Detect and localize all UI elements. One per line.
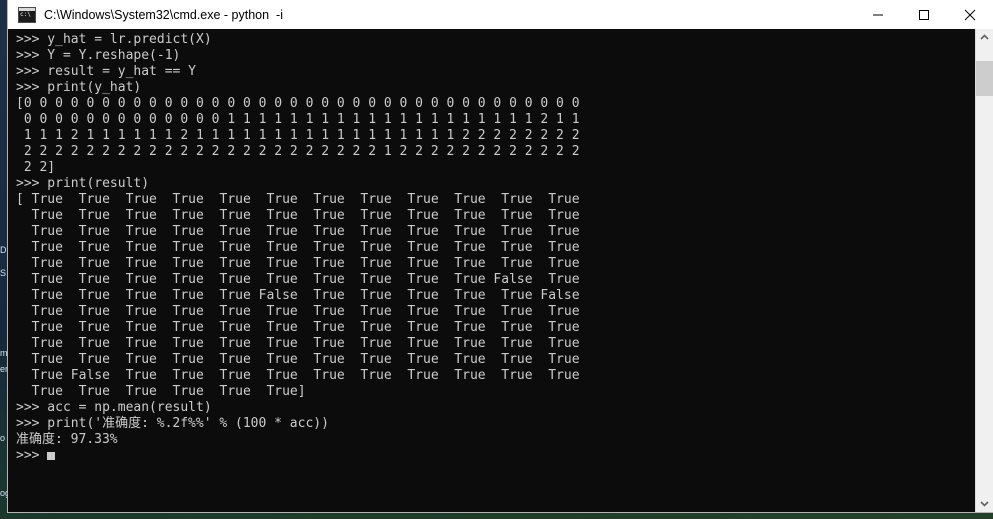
terminal-line: >>> Y = Y.reshape(-1) xyxy=(16,48,181,63)
scroll-up-button[interactable] xyxy=(976,29,993,46)
terminal-text: >>> y_hat = lr.predict(X) >>> Y = Y.resha… xyxy=(16,32,966,464)
console-output-area[interactable]: >>> y_hat = lr.predict(X) >>> Y = Y.resha… xyxy=(8,29,993,512)
terminal-line: 准确度: 97.33% xyxy=(16,432,118,447)
terminal-line: >>> result = y_hat == Y xyxy=(16,64,197,79)
terminal-line: >>> print(y_hat) xyxy=(16,80,142,95)
terminal-line: True True True True True False True True… xyxy=(16,288,580,303)
minimize-icon xyxy=(873,14,883,15)
terminal-line: [0 0 0 0 0 0 0 0 0 0 0 0 0 0 0 0 0 0 0 0… xyxy=(16,96,580,111)
terminal-line: >>> xyxy=(16,448,966,464)
scrollbar-thumb[interactable] xyxy=(976,61,993,96)
terminal-line: 2 2 2 2 2 2 2 2 2 2 2 2 2 2 2 2 2 2 2 2 … xyxy=(16,144,580,159)
terminal-line: True True True True True True] xyxy=(16,384,306,399)
maximize-button[interactable] xyxy=(901,0,947,29)
cmd-icon xyxy=(18,6,36,23)
terminal-line: 1 1 1 2 1 1 1 1 1 1 2 1 1 1 1 1 1 1 1 1 … xyxy=(16,128,580,143)
terminal-line: True True True True True True True True … xyxy=(16,224,580,239)
close-icon xyxy=(964,9,976,20)
terminal-line: True False True True True True True True… xyxy=(16,368,580,383)
chevron-down-icon xyxy=(980,501,989,507)
terminal-line: True True True True True True True True … xyxy=(16,256,580,271)
terminal-line: True True True True True True True True … xyxy=(16,272,580,287)
terminal-line: [ True True True True True True True Tru… xyxy=(16,192,580,207)
maximize-icon xyxy=(919,9,929,20)
close-button[interactable] xyxy=(947,0,993,29)
terminal-line: True True True True True True True True … xyxy=(16,336,580,351)
terminal-line: 0 0 0 0 0 0 0 0 0 0 0 0 0 1 1 1 1 1 1 1 … xyxy=(16,112,580,127)
terminal-line: True True True True True True True True … xyxy=(16,304,580,319)
terminal-line: >>> y_hat = lr.predict(X) xyxy=(16,32,212,47)
window-title: C:\Windows\System32\cmd.exe - python -i xyxy=(44,7,283,22)
terminal-line: 2 2] xyxy=(16,160,56,175)
terminal-line: True True True True True True True True … xyxy=(16,352,580,367)
minimize-button[interactable] xyxy=(855,0,901,29)
window-title-bar[interactable]: C:\Windows\System32\cmd.exe - python -i xyxy=(8,0,993,30)
cmd-window: C:\Windows\System32\cmd.exe - python -i … xyxy=(8,0,993,512)
text-cursor xyxy=(47,452,56,460)
terminal-line: True True True True True True True True … xyxy=(16,208,580,223)
terminal-line: >>> acc = np.mean(result) xyxy=(16,400,212,415)
scroll-down-button[interactable] xyxy=(976,495,993,512)
terminal-line: >>> print(result) xyxy=(16,176,150,191)
vertical-scrollbar[interactable] xyxy=(975,29,993,512)
chevron-up-icon xyxy=(980,34,989,40)
terminal-line: >>> print('准确度: %.2f%%' % (100 * acc)) xyxy=(16,416,329,431)
terminal-line: True True True True True True True True … xyxy=(16,320,580,335)
terminal-line: True True True True True True True True … xyxy=(16,240,580,255)
